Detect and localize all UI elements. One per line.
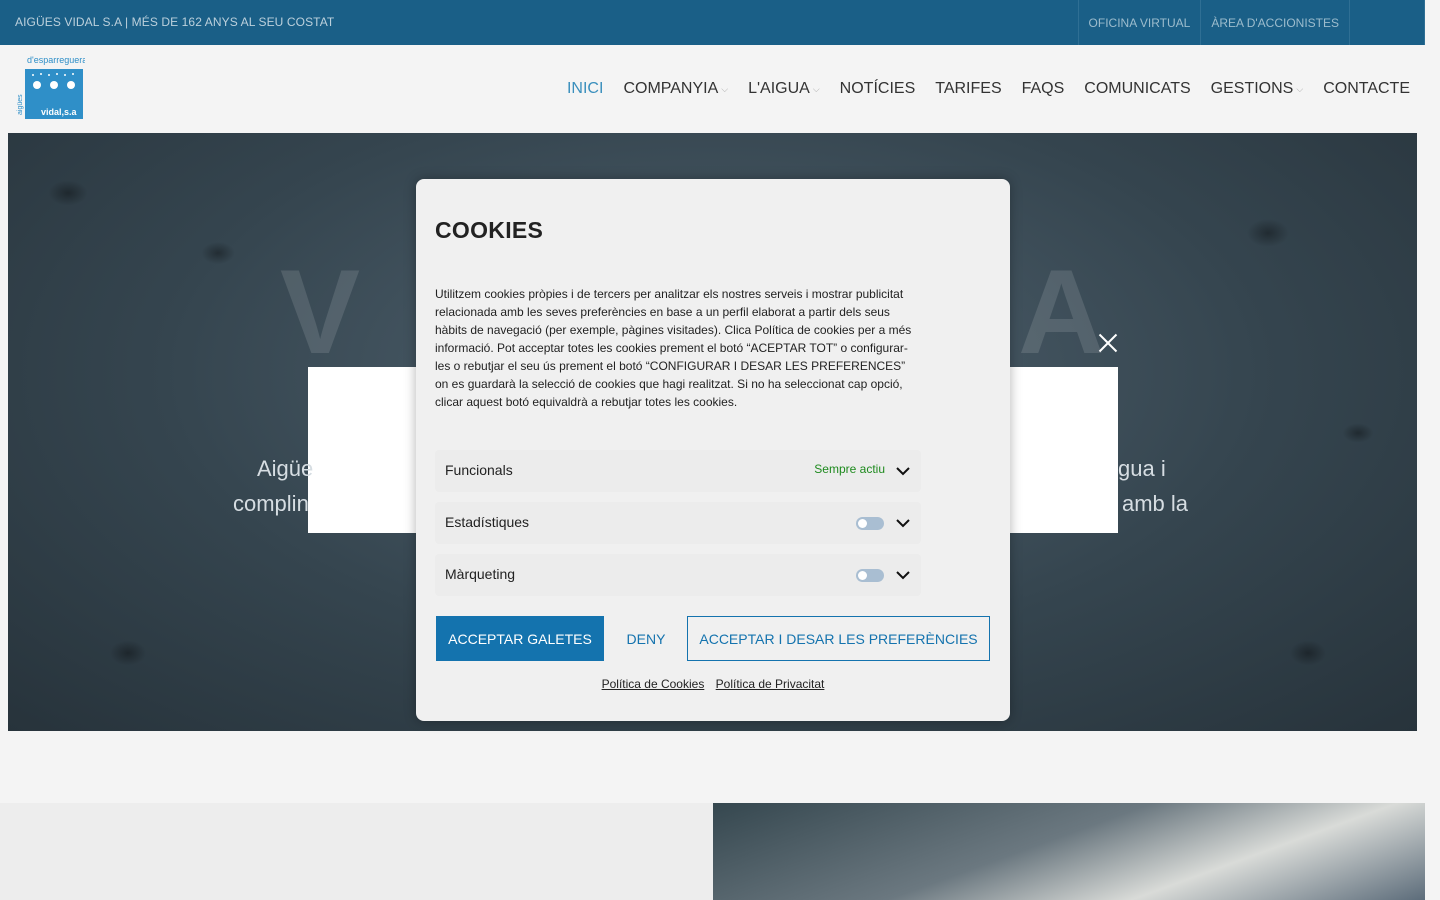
cookie-policy-links: Política de Cookies Política de Privacit… [416,677,1010,691]
nav-companyia[interactable]: COMPANYIA ⌵ [623,80,728,98]
cookie-category-estadistiques[interactable]: Estadístiques [435,502,921,544]
cookie-modal-title: COOKIES [435,217,544,243]
always-active-status: Sempre actiu [814,462,885,476]
company-tagline: AIGÜES VIDAL S.A | MÉS DE 162 ANYS AL SE… [15,15,335,29]
save-preferences-button[interactable]: ACCEPTAR I DESAR LES PREFERÈNCIES [687,616,990,661]
oficina-virtual-link[interactable]: OFICINA VIRTUAL [1077,0,1201,45]
section-right-image [713,803,1425,900]
svg-text:vidal,s.a: vidal,s.a [41,107,78,117]
statistics-toggle[interactable] [856,517,884,530]
cookie-policy-link[interactable]: Política de Cookies [602,677,705,691]
main-nav: INICI COMPANYIA ⌵ L'AIGUA ⌵ NOTÍCIES TARIF… [547,45,1410,133]
cookie-modal-description: Utilitzem cookies pròpies i de tercers p… [435,287,912,409]
top-bar-spacer [1349,0,1425,45]
hero-text-right-1: gua i [1118,456,1166,481]
aigues-vidal-logo[interactable]: d'esparreguera vidal,s.a aigües [15,55,85,121]
top-bar: AIGÜES VIDAL S.A | MÉS DE 162 ANYS AL SE… [0,0,1425,45]
section-left-panel [0,803,713,900]
nav-faqs[interactable]: FAQS [1022,80,1065,98]
cookie-consent-modal: COOKIES Utilitzem cookies pròpies i de t… [416,179,1010,721]
svg-text:d'esparreguera: d'esparreguera [27,55,85,65]
hero-big-letter-right: A [1018,245,1105,379]
hero-text-left-2: complin [233,491,309,516]
chevron-down-icon: ⌵ [812,83,820,94]
accept-cookies-button[interactable]: ACCEPTAR GALETES [436,616,604,661]
hero-text-left-1: Aigüe [257,456,314,481]
marketing-toggle[interactable] [856,569,884,582]
hero-text-right-2: amb la [1122,491,1189,516]
cookie-category-funcionals[interactable]: Funcionals Sempre actiu [435,450,921,492]
chevron-down-icon[interactable] [895,463,911,479]
hero-big-letter-left: V [280,245,401,379]
nav-gestions[interactable]: GESTIONS ⌵ [1211,80,1304,98]
privacy-policy-link[interactable]: Política de Privacitat [716,677,825,691]
cookie-category-label: Màrqueting [445,566,516,582]
chevron-down-icon[interactable] [895,515,911,531]
cookie-category-marqueting[interactable]: Màrqueting [435,554,921,596]
page-scrollbar[interactable] [1425,0,1440,900]
nav-laigua[interactable]: L'AIGUA ⌵ [748,80,820,98]
close-icon[interactable] [1096,331,1120,355]
svg-text:aigües: aigües [17,94,24,115]
chevron-down-icon: ⌵ [1296,83,1304,94]
cookie-category-label: Funcionals [445,462,513,478]
nav-comunicats[interactable]: COMUNICATS [1084,80,1190,98]
chevron-down-icon[interactable] [895,567,911,583]
deny-button[interactable]: DENY [611,616,681,661]
nav-noticies[interactable]: NOTÍCIES [840,80,916,98]
top-links: OFICINA VIRTUAL ÀREA D'ACCIONISTES [1077,0,1425,45]
nav-tarifes[interactable]: TARIFES [935,80,1001,98]
chevron-down-icon: ⌵ [721,83,729,94]
site-header: d'esparreguera vidal,s.a aigües INICI CO… [0,45,1425,133]
nav-inici[interactable]: INICI [567,80,603,98]
area-accionistes-link[interactable]: ÀREA D'ACCIONISTES [1200,0,1349,45]
nav-contacte[interactable]: CONTACTE [1323,80,1410,98]
cookie-category-label: Estadístiques [445,514,530,530]
